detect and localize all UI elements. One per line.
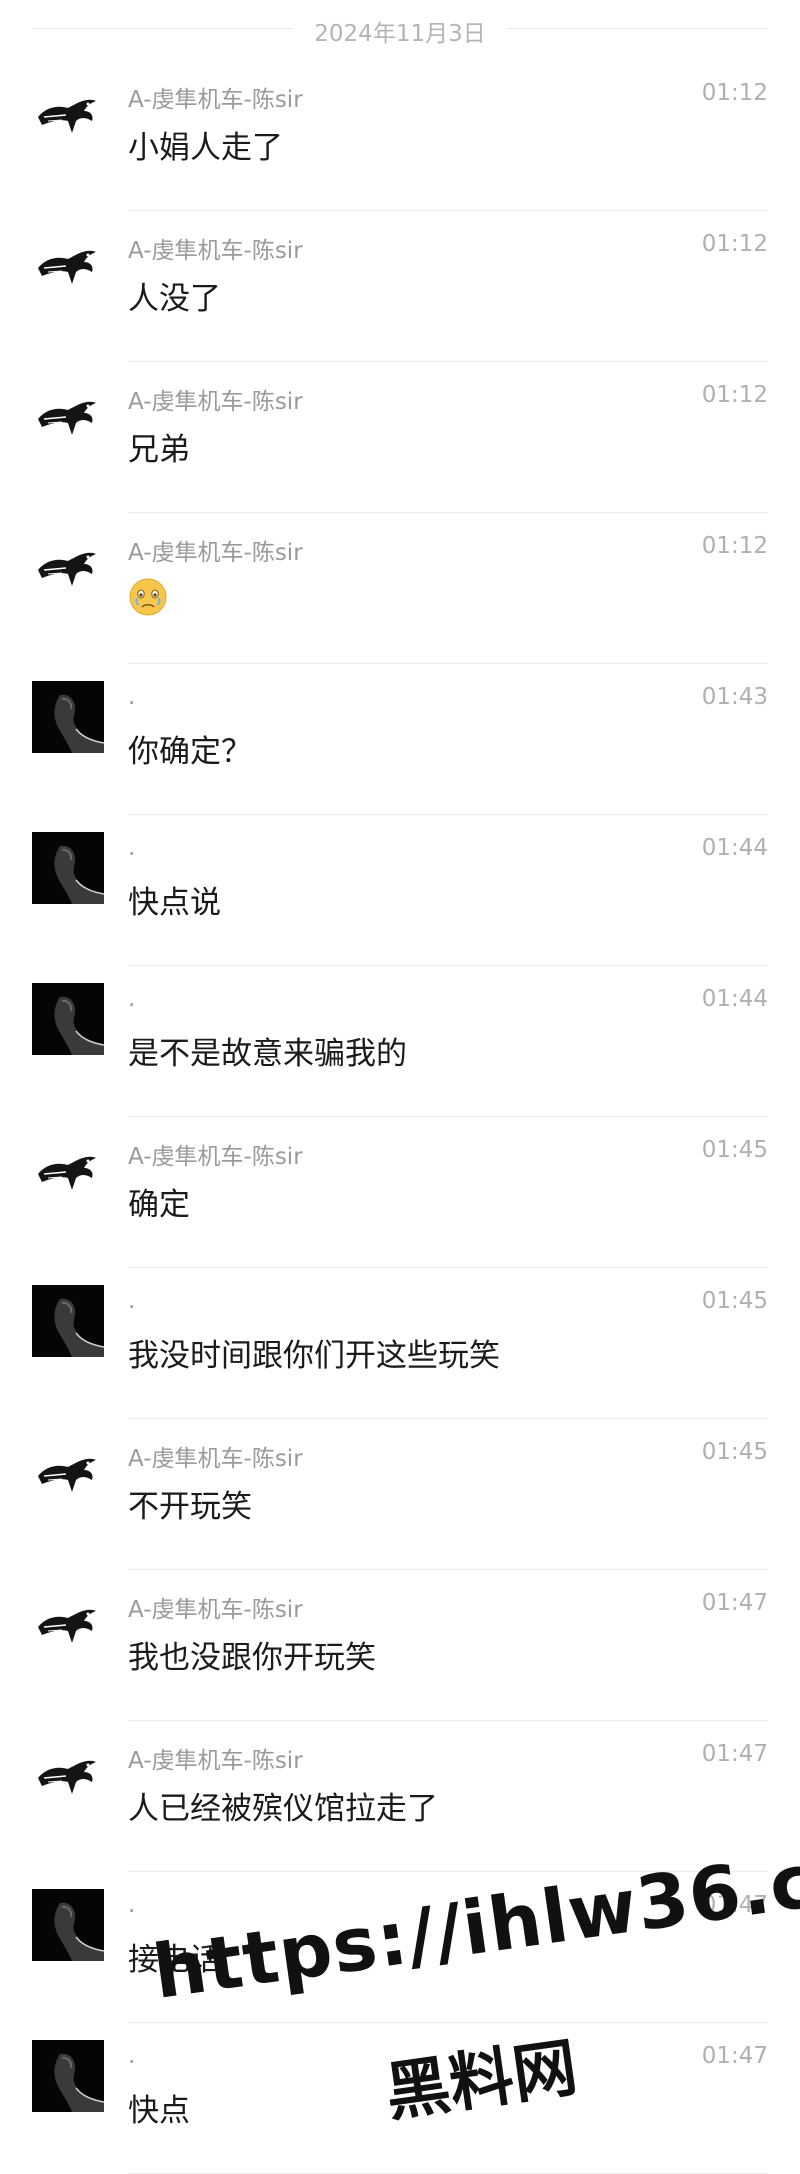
message-row[interactable]: . 01:45 我没时间跟你们开这些玩笑 xyxy=(0,1268,800,1419)
dark-portrait-avatar[interactable] xyxy=(32,1285,104,1357)
message-time: 01:47 xyxy=(701,1741,768,1767)
message-time: 01:12 xyxy=(701,80,768,106)
message-row[interactable]: . 01:44 是不是故意来骗我的 xyxy=(0,966,800,1117)
message-time: 01:44 xyxy=(701,835,768,861)
dark-portrait-avatar[interactable] xyxy=(32,2040,104,2112)
message-time: 01:12 xyxy=(701,382,768,408)
message-text: 我没时间跟你们开这些玩笑 xyxy=(128,1338,500,1374)
message-row[interactable]: A-虔隼机车-陈sir 01:12 xyxy=(0,513,800,664)
message-row[interactable]: A-虔隼机车-陈sir 01:47 我也没跟你开玩笑 xyxy=(0,1570,800,1721)
sender-name: A-虔隼机车-陈sir xyxy=(128,389,303,415)
message-text: 我也没跟你开玩笑 xyxy=(128,1640,376,1676)
message-time: 01:12 xyxy=(701,231,768,257)
sender-name: . xyxy=(128,1288,136,1314)
message-time: 01:44 xyxy=(701,986,768,1012)
sender-name: A-虔隼机车-陈sir xyxy=(128,87,303,113)
club-logo-avatar[interactable] xyxy=(32,1436,104,1508)
message-text: 人已经被殡仪馆拉走了 xyxy=(128,1791,438,1827)
message-time: 01:43 xyxy=(701,684,768,710)
crying-face-emoji-icon xyxy=(128,577,168,617)
sender-name: A-虔隼机车-陈sir xyxy=(128,1446,303,1472)
message-text: 你确定？ xyxy=(128,734,252,770)
date-label: 2024年11月3日 xyxy=(314,21,486,47)
message-row[interactable]: A-虔隼机车-陈sir 01:47 人已经被殡仪馆拉走了 xyxy=(0,1721,800,1872)
message-time: 01:47 xyxy=(701,1590,768,1616)
club-logo-avatar[interactable] xyxy=(32,1134,104,1206)
dark-portrait-avatar[interactable] xyxy=(32,681,104,753)
message-row[interactable]: . 01:44 快点说 xyxy=(0,815,800,966)
sender-name: . xyxy=(128,835,136,861)
message-row[interactable]: . 01:43 你确定？ xyxy=(0,664,800,815)
club-logo-avatar[interactable] xyxy=(32,1738,104,1810)
date-separator: 2024年11月3日 xyxy=(0,0,800,60)
message-row[interactable]: A-虔隼机车-陈sir 01:12 人没了 xyxy=(0,211,800,362)
message-text: 确定 xyxy=(128,1187,190,1223)
club-logo-avatar[interactable] xyxy=(32,77,104,149)
message-text: 快点说 xyxy=(128,885,221,921)
sender-name: . xyxy=(128,684,136,710)
message-text: 是不是故意来骗我的 xyxy=(128,1036,407,1072)
club-logo-avatar[interactable] xyxy=(32,530,104,602)
watermark-label: 黑料网 xyxy=(381,2031,582,2132)
message-row[interactable]: A-虔隼机车-陈sir 01:45 确定 xyxy=(0,1117,800,1268)
dark-portrait-avatar[interactable] xyxy=(32,832,104,904)
message-row[interactable]: A-虔隼机车-陈sir 01:45 不开玩笑 xyxy=(0,1419,800,1570)
date-divider-right xyxy=(508,28,768,29)
sender-name: . xyxy=(128,986,136,1012)
club-logo-avatar[interactable] xyxy=(32,1587,104,1659)
message-time: 01:45 xyxy=(701,1439,768,1465)
message-text: 不开玩笑 xyxy=(128,1489,252,1525)
dark-portrait-avatar[interactable] xyxy=(32,983,104,1055)
message-text: 小娟人走了 xyxy=(128,130,283,166)
club-logo-avatar[interactable] xyxy=(32,228,104,300)
sender-name: . xyxy=(128,2043,136,2069)
sender-name: A-虔隼机车-陈sir xyxy=(128,1144,303,1170)
message-text: 人没了 xyxy=(128,281,221,317)
message-time: 01:45 xyxy=(701,1137,768,1163)
watermark: https://ihlw36.com 黑料网 xyxy=(148,1820,800,2156)
message-row[interactable]: A-虔隼机车-陈sir 01:12 兄弟 xyxy=(0,362,800,513)
club-logo-avatar[interactable] xyxy=(32,379,104,451)
message-time: 01:12 xyxy=(701,533,768,559)
sender-name: A-虔隼机车-陈sir xyxy=(128,1748,303,1774)
sender-name: A-虔隼机车-陈sir xyxy=(128,238,303,264)
message-row[interactable]: A-虔隼机车-陈sir 01:12 小娟人走了 xyxy=(0,60,800,211)
dark-portrait-avatar[interactable] xyxy=(32,1889,104,1961)
sender-name: A-虔隼机车-陈sir xyxy=(128,1597,303,1623)
message-text: 兄弟 xyxy=(128,432,190,468)
sender-name: . xyxy=(128,1892,136,1918)
message-time: 01:45 xyxy=(701,1288,768,1314)
sender-name: A-虔隼机车-陈sir xyxy=(128,540,303,566)
